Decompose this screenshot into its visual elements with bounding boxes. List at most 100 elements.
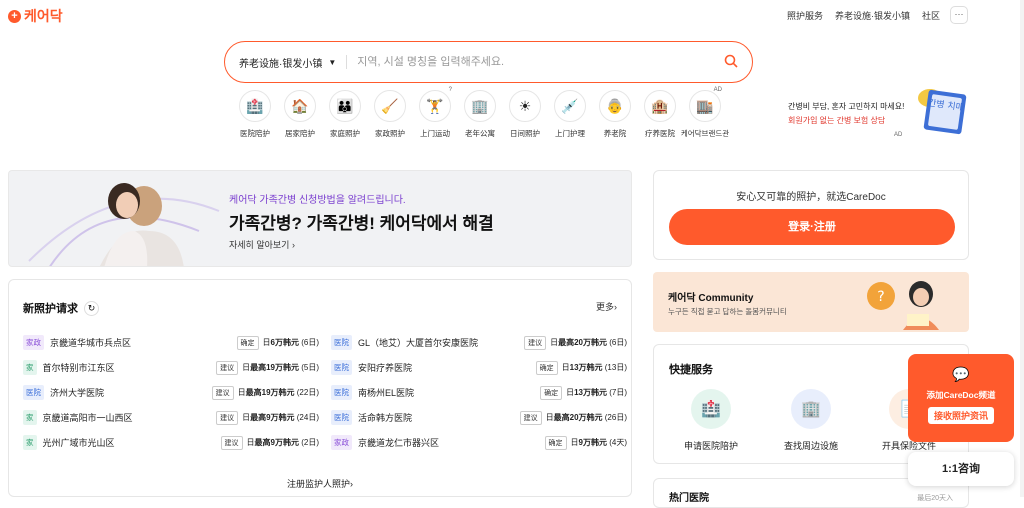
caregiver-photo [28,183,220,266]
nurse-icon: 💉 [554,90,586,122]
ad-line2: 회원가입 없는 간병 보험 상담 [788,116,886,125]
request-price: 日最高19万韩元 (22日) [237,388,319,397]
category-brand-store[interactable]: 🏬 AD 케어닥브랜드관 [681,87,729,139]
category-home-nursing[interactable]: 💉 上门护理 [551,90,589,139]
requests-title: 新照护请求 ↻ [23,300,99,316]
requests-right-column: 医院 GL（地艾）大厦首尔安康医院 建议 日最高20万韩元 (6日) 医院 安阳疗养医院… [331,330,627,455]
status-chip: 建议 [519,410,542,425]
plus-icon: + [8,9,21,23]
insurance-ad[interactable]: 간병비 부담, 혼자 고민하지 마세요! 회원가입 없는 간병 보험 상담 AD [788,100,904,142]
category-home-care[interactable]: 🏠 居家陪护 [281,90,319,139]
requests-more-link[interactable]: 更多› [596,300,617,313]
ad-label: AD [894,132,903,138]
search-category-select[interactable]: 养老设施·银发小镇 ▼ [239,55,348,70]
request-place: 京畿道高阳市一山西区 [42,413,133,423]
nav-community[interactable]: 社区 [922,9,940,22]
nav-care-service[interactable]: 照护服务 [787,9,823,22]
search-icon[interactable] [724,54,738,71]
login-button[interactable]: 登录·注册 [669,209,955,245]
search-category-label: 养老设施·银发小镇 [239,58,323,70]
table-row[interactable]: 家政 京畿道华城市兵点区 确定 日6万韩元 (6日) [23,330,319,355]
type-tag: 医院 [23,385,44,400]
logo[interactable]: + 케어닥 [8,6,63,26]
building-icon: 🏢 [791,389,831,429]
table-row[interactable]: 医院 GL（地艾）大厦首尔安康医院 建议 日最高20万韩元 (6日) [331,330,627,355]
refresh-icon[interactable]: ↻ [84,300,99,316]
type-tag: 医院 [331,385,352,400]
type-tag: 家 [23,360,37,375]
community-banner[interactable]: 케어닥 Community 누구든 직접 묻고 답하는 돌봄커뮤니티 ? [653,272,969,332]
table-row[interactable]: 医院 济州大学医院 建议 日最高19万韩元 (22日) [23,380,319,405]
category-home-exercise[interactable]: 🏋? 上门运动 [416,87,454,139]
caret-down-icon: ▼ [328,57,337,67]
status-chip: 确定 [535,360,558,375]
chat-bubble-icon: 💬 [952,366,970,382]
sun-icon: ☀ [509,90,541,122]
request-place: 京畿道华城市兵点区 [50,338,132,348]
type-tag: 医院 [331,335,352,350]
community-illustration: ? [867,281,939,330]
category-rehab-hospital[interactable]: 🏨 疗养医院 [641,90,679,139]
request-price: 日最高20万韩元 (26日) [545,413,627,422]
apartment-icon: 🏢 [464,90,496,122]
category-housekeeping[interactable]: 🧹 家政照护 [371,90,409,139]
login-tagline: 安心又可靠的照护，就选CareDoc [736,192,886,203]
receive-news-button[interactable]: 接收照护资讯 [927,407,994,424]
table-row[interactable]: 家政 京畿道龙仁市器兴区 确定 日9万韩元 (4天) [331,430,627,455]
register-guardian-link[interactable]: 注册监护人照护› [9,477,631,490]
logo-text: 케어닥 [24,8,63,24]
type-tag: 医院 [331,360,352,375]
one-on-one-chat-button[interactable]: 1:1咨询 [908,452,1014,486]
table-row[interactable]: 医院 南杨州EL医院 确定 日13万韩元 (7日) [331,380,627,405]
house-icon: 🏠 [284,90,316,122]
table-row[interactable]: 家光州广域市光山区 建议 日最高9万韩元 (2日) [23,430,319,455]
channel-text: 添加CareDoc频道 [926,390,996,400]
type-tag: 家 [23,435,37,450]
status-chip: 确定 [544,435,567,450]
channel-float-banner[interactable]: 💬 添加CareDoc频道 接收照护资讯 [908,354,1014,442]
cleaning-icon: 🧹 [374,90,406,122]
category-day-care[interactable]: ☀ 日间照护 [506,90,544,139]
hero-title: 가족간병? 가족간병! 케어닥에서 해결 [229,214,494,233]
request-price: 日9万韩元 (4天) [570,438,627,447]
requests-left-column: 家政 京畿道华城市兵点区 确定 日6万韩元 (6日) 家首尔特别市江东区 建议 日最高19… [23,330,319,455]
dumbbell-icon: 🏋? [419,87,452,122]
quick-find-facility[interactable]: 🏢 查找周边设施 [766,389,856,452]
request-place: GL（地艾）大厦首尔安康医院 [358,338,479,348]
more-menu-button[interactable]: ··· [950,6,968,24]
request-place: 南杨州EL医院 [358,388,415,398]
nav-facility[interactable]: 养老设施·银发小镇 [835,9,910,22]
category-senior-apartment[interactable]: 🏢 老年公寓 [461,90,499,139]
type-tag: 家政 [331,435,352,450]
search-input[interactable] [347,56,724,68]
table-row[interactable]: 家京畿道高阳市一山西区 建议 日最高9万韩元 (24日) [23,405,319,430]
request-price: 日最高20万韩元 (6日) [550,338,627,347]
request-place: 光州广域市光山区 [42,438,115,448]
table-row[interactable]: 医院 安阳疗养医院 确定 日13万韩元 (13日) [331,355,627,380]
request-place: 活命韩方医院 [358,413,413,423]
status-chip: 建议 [211,385,234,400]
hero-more-link[interactable]: 자세히 알아보기 › [229,238,295,251]
type-tag: 家 [23,410,37,425]
category-family-care[interactable]: 👪 家庭照护 [326,90,364,139]
login-card: 安心又可靠的照护，就选CareDoc 登录·注册 [653,170,969,260]
hero-subtitle: 케어닥 가족간병 신청방법을 알려드립니다. [229,195,406,206]
type-tag: 医院 [331,410,352,425]
table-row[interactable]: 医院 活命韩方医院 建议 日最高20万韩元 (26日) [331,405,627,430]
request-price: 日最高9万韩元 (2日) [246,438,319,447]
request-place: 安阳疗养医院 [358,363,413,373]
popular-date: 最后20天入 [917,495,953,502]
category-hospital-care[interactable]: 🏥 医院陪护 [236,90,274,139]
table-row[interactable]: 家首尔特别市江东区 建议 日最高19万韩元 (5日) [23,355,319,380]
quick-hospital-care[interactable]: 🏥 申请医院陪护 [666,389,756,452]
request-price: 日6万韩元 (6日) [262,338,319,347]
request-place: 济州大学医院 [50,388,105,398]
category-nursing-home[interactable]: 👵 养老院 [596,90,634,139]
status-chip: 确定 [540,385,563,400]
clinic-icon: 🏨 [644,90,676,122]
care-requests-panel: 新照护请求 ↻ 更多› 家政 京畿道华城市兵点区 确定 日6万韩元 (6日) 家首尔特… [8,279,632,497]
status-chip: 建议 [216,360,239,375]
hero-banner[interactable]: 케어닥 가족간병 신청방법을 알려드립니다. 가족간병? 가족간병! 케어닥에서… [8,170,632,267]
request-price: 日最高9万韩元 (24日) [242,413,319,422]
scrollbar[interactable] [1020,0,1024,497]
